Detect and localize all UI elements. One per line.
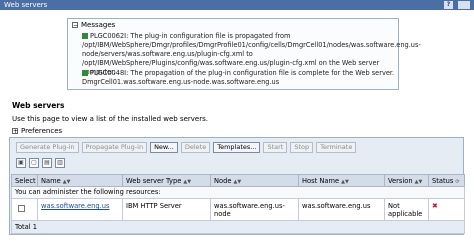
- messages-heading: Messages: [81, 21, 116, 29]
- new-button[interactable]: New...: [150, 142, 178, 153]
- window-title: Web servers: [4, 1, 48, 9]
- propagate-plugin-button[interactable]: Propagate Plug-in: [81, 142, 148, 153]
- action-toolbar: Generate Plug-in Propagate Plug-in New..…: [16, 142, 357, 153]
- info-row: You can administer the following resourc…: [11, 186, 465, 199]
- host-cell: was.software.eng.us: [298, 198, 385, 221]
- deselect-all-icon[interactable]: ▢: [29, 158, 39, 168]
- messages-panel: − Messages PLGC0062I: The plug-in configu…: [67, 18, 421, 90]
- generate-plugin-button[interactable]: Generate Plug-in: [16, 142, 79, 153]
- preferences-toggle[interactable]: + Preferences: [12, 127, 62, 135]
- window-title-bar: Web servers ?: [0, 0, 474, 10]
- sort-icon[interactable]: ▲▼: [233, 179, 241, 185]
- page-title: Web servers: [12, 101, 65, 110]
- column-name[interactable]: Name ▲▼: [37, 174, 123, 187]
- clear-filter-icon[interactable]: ▥: [55, 158, 65, 168]
- total-text: Total 1: [11, 220, 465, 234]
- column-node[interactable]: Node ▲▼: [210, 174, 299, 187]
- sort-icon[interactable]: ▲▼: [341, 179, 349, 185]
- refresh-status-icon[interactable]: ⟳: [455, 179, 459, 185]
- web-servers-table: Select Name ▲▼ Web server Type ▲▼ Node ▲▼ H…: [11, 174, 465, 234]
- preferences-label: Preferences: [21, 127, 63, 135]
- version-cell: Not applicable: [384, 198, 429, 221]
- stopped-x-icon: ✖: [432, 202, 438, 210]
- row-checkbox[interactable]: [18, 205, 25, 212]
- message-2: PLGC0048I: The propagation of the plug-i…: [82, 69, 396, 87]
- status-cell: ✖: [428, 198, 465, 221]
- column-type[interactable]: Web server Type ▲▼: [122, 174, 211, 187]
- sort-icon[interactable]: ▲▼: [415, 179, 423, 185]
- table-row: was.software.eng.us IBM HTTP Server was.…: [11, 198, 465, 221]
- column-host[interactable]: Host Name ▲▼: [298, 174, 385, 187]
- table-header-row: Select Name ▲▼ Web server Type ▲▼ Node ▲▼ H…: [11, 174, 465, 187]
- help-icon[interactable]: ?: [444, 1, 453, 9]
- column-status[interactable]: Status ⟳: [428, 174, 465, 187]
- sort-icon[interactable]: ▲▼: [183, 179, 191, 185]
- total-row: Total 1: [11, 220, 465, 234]
- info-text: You can administer the following resourc…: [11, 186, 465, 199]
- column-version[interactable]: Version ▲▼: [384, 174, 429, 187]
- server-name-link[interactable]: was.software.eng.us: [41, 202, 109, 210]
- success-icon: [82, 70, 88, 76]
- select-all-icon[interactable]: ▣: [16, 158, 26, 168]
- messages-header[interactable]: − Messages: [72, 21, 115, 29]
- delete-button[interactable]: Delete: [180, 142, 211, 153]
- page-description: Use this page to view a list of the inst…: [12, 115, 208, 123]
- message-2-text: PLGC0048I: The propagation of the plug-i…: [82, 69, 395, 86]
- selection-toolbar: ▣ ▢ ▤ ▥: [16, 158, 65, 168]
- node-cell: was.software.eng.us-node: [210, 198, 299, 221]
- success-icon: [82, 33, 88, 39]
- templates-button[interactable]: Templates...: [213, 142, 261, 153]
- sort-icon[interactable]: ▲▼: [63, 179, 71, 185]
- show-filter-icon[interactable]: ▤: [42, 158, 52, 168]
- name-cell: was.software.eng.us: [37, 198, 123, 221]
- maximize-button[interactable]: [458, 1, 470, 9]
- terminate-button[interactable]: Terminate: [316, 142, 357, 153]
- collapse-icon[interactable]: −: [72, 22, 78, 29]
- type-cell: IBM HTTP Server: [122, 198, 211, 221]
- expand-icon[interactable]: +: [12, 128, 18, 135]
- row-select-cell: [11, 198, 38, 221]
- stop-button[interactable]: Stop: [290, 142, 314, 153]
- start-button[interactable]: Start: [263, 142, 288, 153]
- collection-panel: Generate Plug-in Propagate Plug-in New..…: [9, 137, 465, 235]
- column-select: Select: [11, 174, 38, 187]
